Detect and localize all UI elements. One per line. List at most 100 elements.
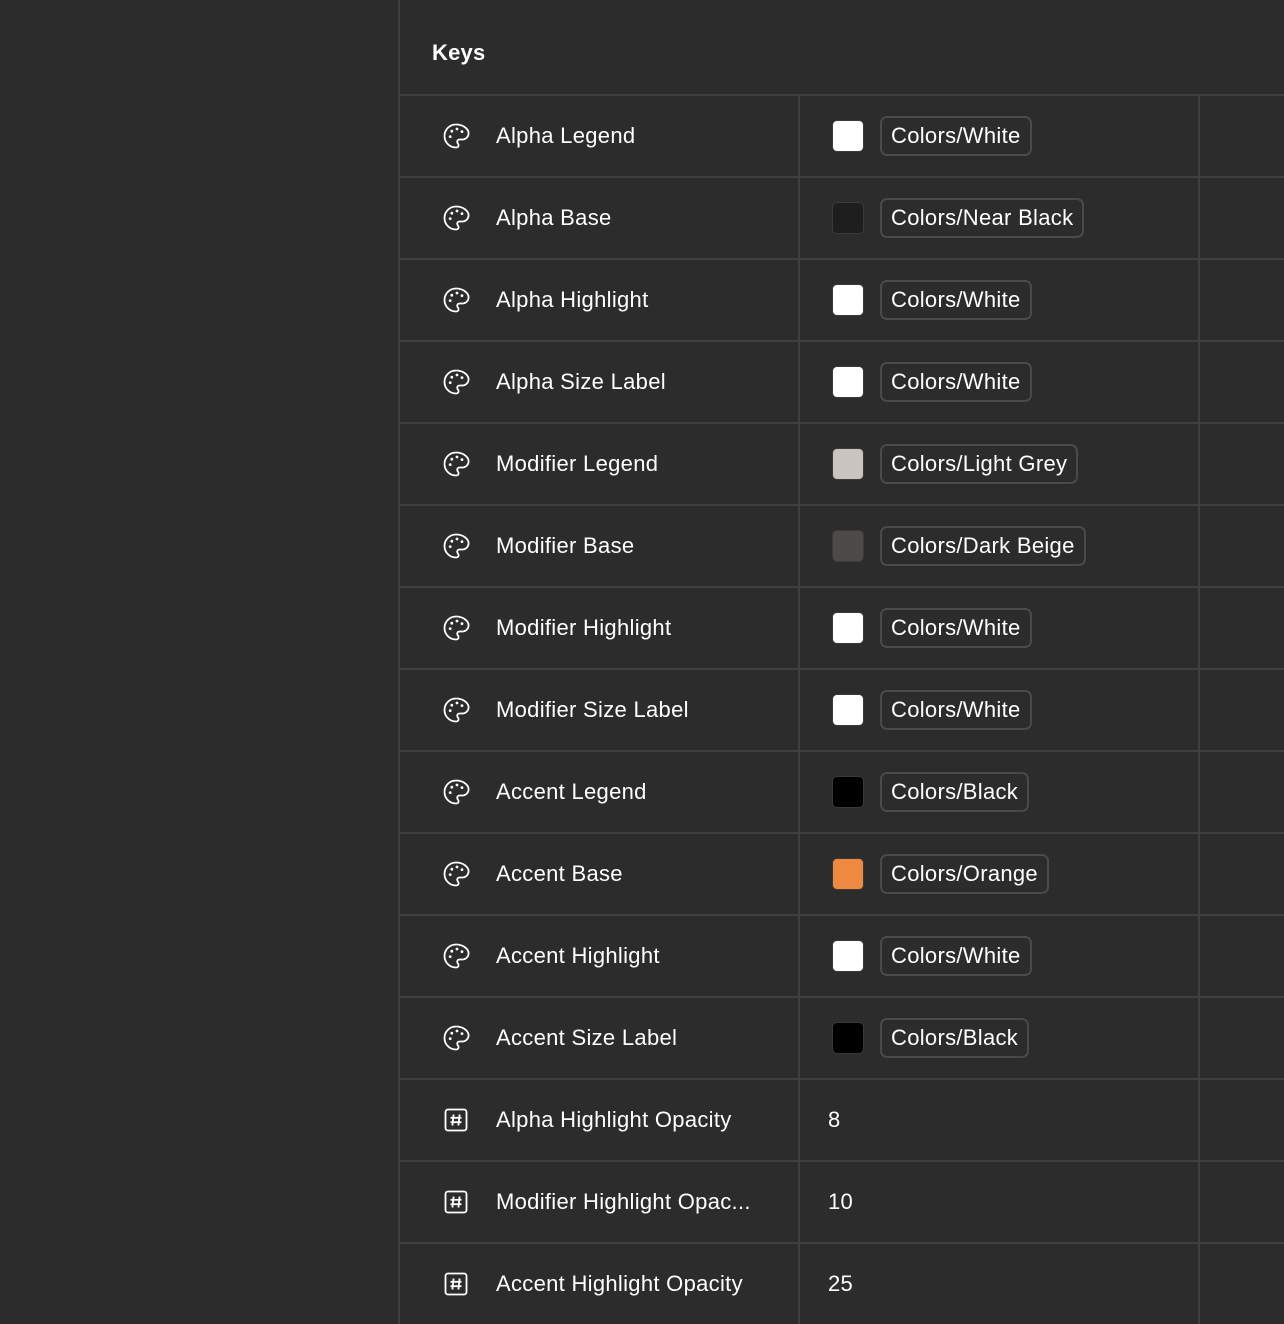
variable-row[interactable]: Modifier Highlight Colors/White xyxy=(400,588,1284,670)
color-token-chip[interactable]: Colors/Black xyxy=(880,1018,1030,1058)
mode-column-cell[interactable] xyxy=(1200,916,1284,996)
color-swatch[interactable] xyxy=(832,202,864,234)
variable-row[interactable]: Accent Highlight Colors/White xyxy=(400,916,1284,998)
color-swatch[interactable] xyxy=(832,530,864,562)
variable-row[interactable]: Modifier Legend Colors/Light Grey xyxy=(400,424,1284,506)
mode-column-cell[interactable] xyxy=(1200,998,1284,1078)
color-swatch[interactable] xyxy=(832,1022,864,1054)
palette-icon xyxy=(442,204,470,232)
mode-column-cell[interactable] xyxy=(1200,1080,1284,1160)
variable-value-cell[interactable]: Colors/Black xyxy=(800,998,1200,1078)
color-token-chip[interactable]: Colors/White xyxy=(880,690,1032,730)
palette-icon xyxy=(442,614,470,642)
variable-value-cell[interactable]: Colors/White xyxy=(800,260,1200,340)
color-token-chip[interactable]: Colors/Black xyxy=(880,772,1030,812)
variables-panel: Keys Alpha Legend Colors/White Alpha Bas… xyxy=(0,0,1284,1324)
variable-name: Alpha Highlight Opacity xyxy=(496,1107,732,1132)
variable-name-cell[interactable]: Alpha Base xyxy=(400,178,800,258)
color-token-chip[interactable]: Colors/Orange xyxy=(880,854,1049,894)
palette-icon xyxy=(442,450,470,478)
variable-name-cell[interactable]: Accent Highlight xyxy=(400,916,800,996)
variable-name-cell[interactable]: Alpha Highlight Opacity xyxy=(400,1080,800,1160)
number-value[interactable]: 10 xyxy=(828,1188,853,1216)
color-token-chip[interactable]: Colors/White xyxy=(880,936,1032,976)
variable-name-cell[interactable]: Accent Size Label xyxy=(400,998,800,1078)
variable-value-cell[interactable]: Colors/White xyxy=(800,670,1200,750)
color-swatch[interactable] xyxy=(832,858,864,890)
color-swatch[interactable] xyxy=(832,776,864,808)
variable-row[interactable]: Alpha Base Colors/Near Black xyxy=(400,178,1284,260)
color-token-chip[interactable]: Colors/White xyxy=(880,280,1032,320)
mode-column-cell[interactable] xyxy=(1200,834,1284,914)
variable-value-cell[interactable]: Colors/White xyxy=(800,342,1200,422)
hash-icon xyxy=(442,1106,470,1134)
variable-name: Modifier Highlight xyxy=(496,615,672,640)
number-value[interactable]: 25 xyxy=(828,1270,853,1298)
variable-value-cell[interactable]: 25 xyxy=(800,1244,1200,1324)
color-swatch[interactable] xyxy=(832,284,864,316)
variable-name-cell[interactable]: Accent Legend xyxy=(400,752,800,832)
variable-value-cell[interactable]: Colors/Black xyxy=(800,752,1200,832)
variable-value-cell[interactable]: Colors/Light Grey xyxy=(800,424,1200,504)
variable-name-cell[interactable]: Accent Highlight Opacity xyxy=(400,1244,800,1324)
variable-rows: Alpha Legend Colors/White Alpha Base Col… xyxy=(400,96,1284,1324)
mode-column-cell[interactable] xyxy=(1200,96,1284,176)
variable-value-cell[interactable]: Colors/White xyxy=(800,916,1200,996)
variable-name-cell[interactable]: Alpha Legend xyxy=(400,96,800,176)
variable-name-cell[interactable]: Modifier Legend xyxy=(400,424,800,504)
mode-column-cell[interactable] xyxy=(1200,670,1284,750)
color-token-chip[interactable]: Colors/Light Grey xyxy=(880,444,1079,484)
variable-name-cell[interactable]: Modifier Highlight Opac... xyxy=(400,1162,800,1242)
variable-name-cell[interactable]: Modifier Size Label xyxy=(400,670,800,750)
variable-row[interactable]: Alpha Highlight Opacity 8 xyxy=(400,1080,1284,1162)
variable-row[interactable]: Modifier Size Label Colors/White xyxy=(400,670,1284,752)
color-swatch[interactable] xyxy=(832,694,864,726)
color-swatch[interactable] xyxy=(832,366,864,398)
variable-row[interactable]: Modifier Base Colors/Dark Beige xyxy=(400,506,1284,588)
color-token-chip[interactable]: Colors/White xyxy=(880,608,1032,648)
mode-column-cell[interactable] xyxy=(1200,506,1284,586)
mode-column-cell[interactable] xyxy=(1200,752,1284,832)
variable-value-cell[interactable]: 8 xyxy=(800,1080,1200,1160)
mode-column-cell[interactable] xyxy=(1200,424,1284,504)
color-token-chip[interactable]: Colors/White xyxy=(880,362,1032,402)
mode-column-cell[interactable] xyxy=(1200,588,1284,668)
color-swatch[interactable] xyxy=(832,612,864,644)
variable-row[interactable]: Accent Highlight Opacity 25 xyxy=(400,1244,1284,1324)
variable-name-cell[interactable]: Accent Base xyxy=(400,834,800,914)
palette-icon xyxy=(442,942,470,970)
variable-value-cell[interactable]: Colors/Dark Beige xyxy=(800,506,1200,586)
variable-name: Alpha Size Label xyxy=(496,369,666,394)
variable-value-cell[interactable]: Colors/White xyxy=(800,96,1200,176)
variable-name-cell[interactable]: Modifier Highlight xyxy=(400,588,800,668)
color-token-chip[interactable]: Colors/Near Black xyxy=(880,198,1085,238)
variable-name-cell[interactable]: Modifier Base xyxy=(400,506,800,586)
number-value[interactable]: 8 xyxy=(828,1106,841,1134)
variable-name: Accent Size Label xyxy=(496,1025,678,1050)
mode-column-cell[interactable] xyxy=(1200,342,1284,422)
variable-row[interactable]: Accent Size Label Colors/Black xyxy=(400,998,1284,1080)
color-token-chip[interactable]: Colors/Dark Beige xyxy=(880,526,1086,566)
variable-value-cell[interactable]: Colors/Near Black xyxy=(800,178,1200,258)
variable-name-cell[interactable]: Alpha Size Label xyxy=(400,342,800,422)
color-token-chip[interactable]: Colors/White xyxy=(880,116,1032,156)
variable-row[interactable]: Accent Legend Colors/Black xyxy=(400,752,1284,834)
variable-row[interactable]: Alpha Legend Colors/White xyxy=(400,96,1284,178)
mode-column-cell[interactable] xyxy=(1200,260,1284,340)
variable-row[interactable]: Modifier Highlight Opac... 10 xyxy=(400,1162,1284,1244)
palette-icon xyxy=(442,368,470,396)
variable-name-cell[interactable]: Alpha Highlight xyxy=(400,260,800,340)
variable-value-cell[interactable]: Colors/Orange xyxy=(800,834,1200,914)
variable-value-cell[interactable]: Colors/White xyxy=(800,588,1200,668)
mode-column-cell[interactable] xyxy=(1200,178,1284,258)
variable-value-cell[interactable]: 10 xyxy=(800,1162,1200,1242)
variable-row[interactable]: Alpha Size Label Colors/White xyxy=(400,342,1284,424)
variable-row[interactable]: Accent Base Colors/Orange xyxy=(400,834,1284,916)
variable-row[interactable]: Alpha Highlight Colors/White xyxy=(400,260,1284,342)
palette-icon xyxy=(442,696,470,724)
color-swatch[interactable] xyxy=(832,448,864,480)
mode-column-cell[interactable] xyxy=(1200,1244,1284,1324)
color-swatch[interactable] xyxy=(832,940,864,972)
mode-column-cell[interactable] xyxy=(1200,1162,1284,1242)
color-swatch[interactable] xyxy=(832,120,864,152)
